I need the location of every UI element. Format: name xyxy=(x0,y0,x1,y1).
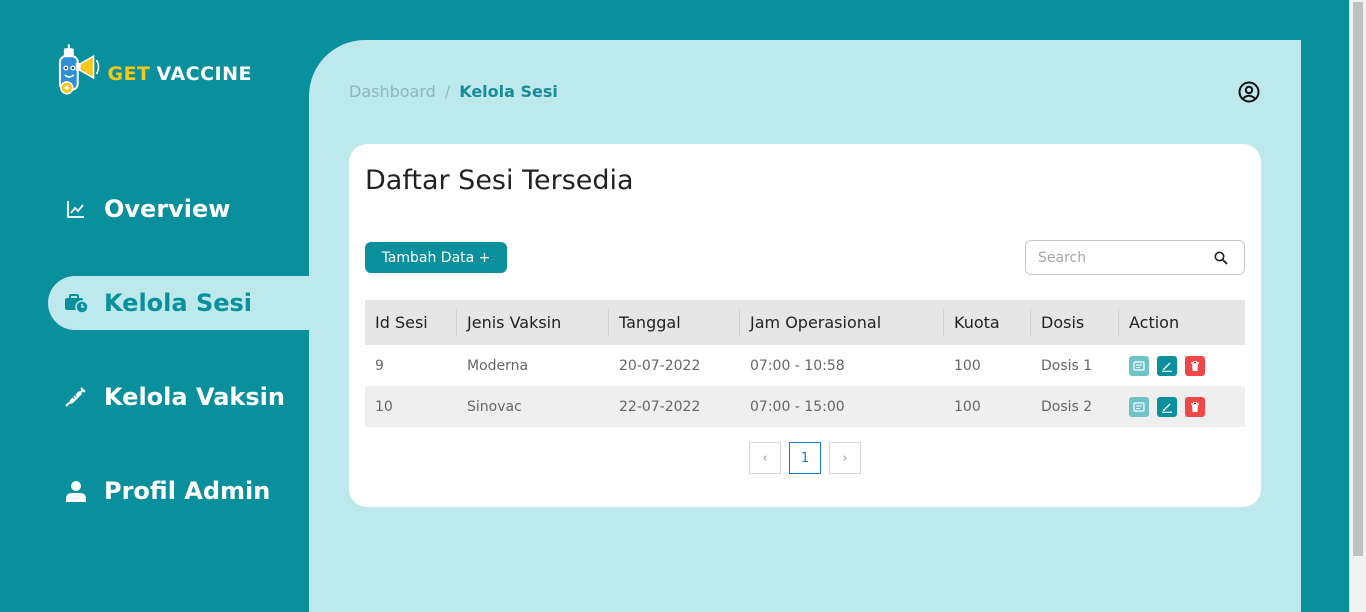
cell-jenis-vaksin: Moderna xyxy=(467,357,529,374)
account-circle-icon[interactable] xyxy=(1237,80,1261,104)
header-id-sesi[interactable]: Id Sesi xyxy=(365,300,457,345)
user-icon xyxy=(64,479,88,503)
cell-tanggal: 20-07-2022 xyxy=(619,357,701,374)
prev-page-button[interactable]: ‹ xyxy=(749,442,781,474)
edit-icon[interactable] xyxy=(1157,355,1177,376)
cell-kuota: 100 xyxy=(954,398,981,415)
page-1-button[interactable]: 1 xyxy=(789,442,821,474)
page-scrollbar[interactable] xyxy=(1349,0,1366,612)
sidebar-item-label: Kelola Vaksin xyxy=(104,383,285,411)
cell-id-sesi: 10 xyxy=(375,398,393,415)
header-jenis-vaksin[interactable]: Jenis Vaksin xyxy=(457,300,609,345)
page-title: Daftar Sesi Tersedia xyxy=(365,165,634,196)
sidebar-item-overview[interactable]: Overview xyxy=(48,182,309,236)
add-data-button[interactable]: Tambah Data + xyxy=(365,242,507,273)
brand-get: GET xyxy=(107,63,151,85)
row-actions xyxy=(1129,355,1245,376)
cell-jam-operasional: 07:00 - 10:58 xyxy=(750,357,845,374)
line-chart-icon xyxy=(64,197,88,221)
breadcrumb-current: Kelola Sesi xyxy=(459,82,558,101)
table-row: 10 Sinovac 22-07-2022 07:00 - 15:00 100 … xyxy=(365,386,1245,427)
sidebar-item-label: Kelola Sesi xyxy=(104,289,253,317)
view-detail-icon[interactable] xyxy=(1129,355,1149,376)
breadcrumb-dashboard[interactable]: Dashboard xyxy=(349,82,436,101)
cell-id-sesi: 9 xyxy=(375,357,384,374)
sidebar-item-profil-admin[interactable]: Profil Admin xyxy=(48,464,309,518)
edit-icon[interactable] xyxy=(1157,396,1177,417)
brand-vaccine: VACCINE xyxy=(156,63,252,85)
header-tanggal[interactable]: Tanggal xyxy=(609,300,740,345)
header-kuota[interactable]: Kuota xyxy=(944,300,1031,345)
delete-icon[interactable] xyxy=(1185,396,1205,417)
vaccine-mascot-icon xyxy=(58,44,100,95)
pagination: ‹ 1 › xyxy=(749,442,861,474)
header-jam-operasional[interactable]: Jam Operasional xyxy=(740,300,944,345)
breadcrumb: Dashboard / Kelola Sesi xyxy=(349,82,558,101)
row-actions xyxy=(1129,396,1245,417)
cell-dosis: Dosis 2 xyxy=(1041,398,1093,415)
cell-action xyxy=(1119,386,1245,427)
sidebar-item-kelola-vaksin[interactable]: Kelola Vaksin xyxy=(48,370,309,424)
sessions-table: Id Sesi Jenis Vaksin Tanggal Jam Operasi… xyxy=(365,300,1245,427)
breadcrumb-separator: / xyxy=(444,82,451,101)
cell-dosis: Dosis 1 xyxy=(1041,357,1093,374)
table-header-row: Id Sesi Jenis Vaksin Tanggal Jam Operasi… xyxy=(365,300,1245,345)
syringe-icon xyxy=(64,385,88,409)
view-detail-icon[interactable] xyxy=(1129,396,1149,417)
table-row: 9 Moderna 20-07-2022 07:00 - 10:58 100 D… xyxy=(365,345,1245,386)
search-box xyxy=(1025,240,1245,275)
cell-jam-operasional: 07:00 - 15:00 xyxy=(750,398,845,415)
brand-name: GET VACCINE xyxy=(107,63,252,85)
search-input[interactable] xyxy=(1026,241,1214,274)
sidebar-item-kelola-sesi[interactable]: Kelola Sesi xyxy=(48,276,309,330)
sessions-card: Daftar Sesi Tersedia Tambah Data + Id Se… xyxy=(349,144,1261,507)
cell-kuota: 100 xyxy=(954,357,981,374)
briefcase-clock-icon xyxy=(64,291,88,315)
sidebar-item-label: Profil Admin xyxy=(104,477,271,505)
app-logo[interactable]: GET VACCINE xyxy=(52,44,252,100)
header-action: Action xyxy=(1129,313,1180,332)
cell-tanggal: 22-07-2022 xyxy=(619,398,701,415)
next-page-button[interactable]: › xyxy=(829,442,861,474)
delete-icon[interactable] xyxy=(1185,355,1205,376)
header-dosis[interactable]: Dosis xyxy=(1031,300,1119,345)
cell-jenis-vaksin: Sinovac xyxy=(467,398,522,415)
main-content: Dashboard / Kelola Sesi Daftar Sesi Ters… xyxy=(309,40,1301,612)
sidebar-item-label: Overview xyxy=(104,195,231,223)
cell-action xyxy=(1119,345,1245,386)
search-icon[interactable] xyxy=(1214,251,1228,265)
scrollbar-thumb[interactable] xyxy=(1353,2,1363,556)
